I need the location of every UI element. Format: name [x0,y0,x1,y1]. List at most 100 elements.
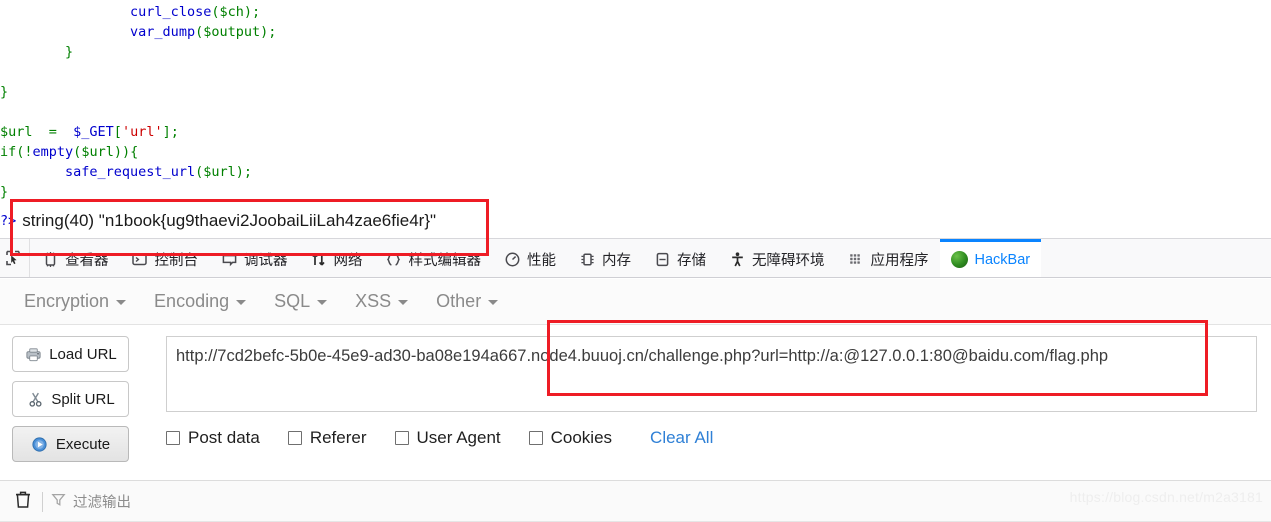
storage-icon [653,251,671,269]
devtools-tab-label: 存储 [677,253,706,269]
code-token: ; [170,124,179,140]
hackbar-menu-encryption[interactable]: Encryption [14,287,138,317]
code-token: } [0,44,74,60]
checkbox-box[interactable] [166,431,180,445]
play-icon [31,435,49,453]
toolbar-divider [42,491,43,512]
chevron-down-icon [116,300,127,305]
filter-placeholder: 过滤输出 [73,495,131,511]
filter-icon [51,492,66,512]
checkbox-cookies[interactable]: Cookies [528,428,613,448]
devtools-tab-label: 无障碍环境 [752,253,825,269]
chevron-down-icon [236,300,247,305]
devtools-tab-style-editor[interactable]: 样式编辑器 [374,239,493,277]
hackbar-panel: Load URL Split URL Execute http://7cd2be… [0,326,1271,480]
console-filter-input[interactable]: 过滤输出 [51,491,131,512]
checkbox-label: Post data [188,428,260,447]
code-token: ( [195,24,204,40]
split-url-label: Split URL [51,390,115,408]
checkbox-box[interactable] [528,431,543,445]
hackbar-menu-label: Encoding [154,290,230,311]
devtools-tab-debugger[interactable]: 调试器 [209,239,299,277]
code-token: ; [252,4,261,20]
split-url-button[interactable]: Split URL [12,381,129,417]
code-token: $ch [219,4,244,20]
checkbox-box[interactable] [287,431,302,445]
performance-icon [503,251,521,269]
load-url-button[interactable]: Load URL [12,336,129,372]
scissors-icon [26,390,44,408]
code-line: safe_request_url($url); [0,162,1271,182]
devtools-tab-performance[interactable]: 性能 [492,239,567,277]
code-token: curl_close [130,4,212,20]
chevron-down-icon [398,300,409,305]
devtools-tab-strip: 查看器 控制台 调试器 网络 样式编辑器 性能 内存 存储 无障碍环境 应用程序 HackBar [0,238,1271,278]
clear-all-link[interactable]: Clear All [650,428,713,448]
hackbar-menu-xss[interactable]: XSS [345,287,420,317]
checkbox-label: Referer [309,428,367,447]
clear-console-button[interactable] [6,490,40,514]
code-token: ) [243,4,252,20]
element-picker-icon [4,249,22,267]
hackbar-action-buttons: Load URL Split URL Execute [0,326,152,480]
code-token: $_GET [73,124,114,140]
code-token: ( [195,164,204,180]
devtools-tab-inspector[interactable]: 查看器 [30,239,120,277]
checkbox-box[interactable] [394,431,409,445]
checkbox-user-agent[interactable]: User Agent [394,428,501,448]
checkbox-referer[interactable]: Referer [287,428,367,448]
console-icon [131,251,149,269]
csdn-watermark: https://blog.csdn.net/m2a3181 [1069,489,1263,505]
devtools-tab-console[interactable]: 控制台 [120,239,210,277]
memory-icon [578,251,596,269]
code-token: if [0,144,17,160]
code-line: } [0,182,1271,202]
debugger-icon [220,251,238,269]
devtools-tab-label: HackBar [974,251,1031,268]
devtools-tab-memory[interactable]: 内存 [567,239,642,277]
code-token: $url [203,164,236,180]
code-token: safe_request_url [65,164,196,180]
hackbar-menu-label: SQL [274,290,311,311]
hackbar-menu-encoding[interactable]: Encoding [144,287,258,317]
style-editor-icon [385,251,403,269]
flag-string-value: string(40) "n1book{ug9thaevi2JoobaiLiiLa… [22,211,437,230]
code-token: (! [16,144,33,160]
checkbox-post-data[interactable]: Post data [166,428,260,448]
page-root: curl_close($ch); var_dump($output); } } … [0,0,1271,522]
checkbox-label: Cookies [550,428,613,447]
code-token: { [130,144,139,160]
hackbar-menu-label: Other [436,290,482,311]
url-input[interactable] [166,336,1257,412]
hackbar-menu-sql[interactable]: SQL [264,287,339,317]
devtools-tab-label: 调试器 [244,253,288,269]
devtools-tab-accessibility[interactable]: 无障碍环境 [717,239,836,277]
devtools-tab-application[interactable]: 应用程序 [836,239,940,277]
devtools-tab-storage[interactable]: 存储 [642,239,717,277]
code-line: var_dump($output); [0,22,1271,42]
code-line: curl_close($ch); [0,2,1271,22]
execute-label: Execute [55,435,111,453]
execute-button[interactable]: Execute [12,426,129,462]
application-icon [847,251,865,269]
php-source-output: curl_close($ch); var_dump($output); } } … [0,0,1271,238]
element-picker-button[interactable] [0,239,30,277]
code-token: } [0,184,9,200]
devtools-tab-network[interactable]: 网络 [299,239,374,277]
network-icon [310,251,328,269]
checkbox-label: User Agent [416,428,501,447]
chevron-down-icon [317,300,328,305]
code-line: if(!empty($url)){ [0,142,1271,162]
code-token: ; [243,164,253,180]
code-token: var_dump [130,24,196,40]
code-token: } [0,84,9,100]
chevron-down-icon [488,300,499,305]
hackbar-menu-other[interactable]: Other [426,287,510,317]
devtools-tab-label: 应用程序 [870,253,929,269]
devtools-tab-label: 样式编辑器 [408,253,482,269]
devtools-tab-hackbar[interactable]: HackBar [939,239,1042,277]
